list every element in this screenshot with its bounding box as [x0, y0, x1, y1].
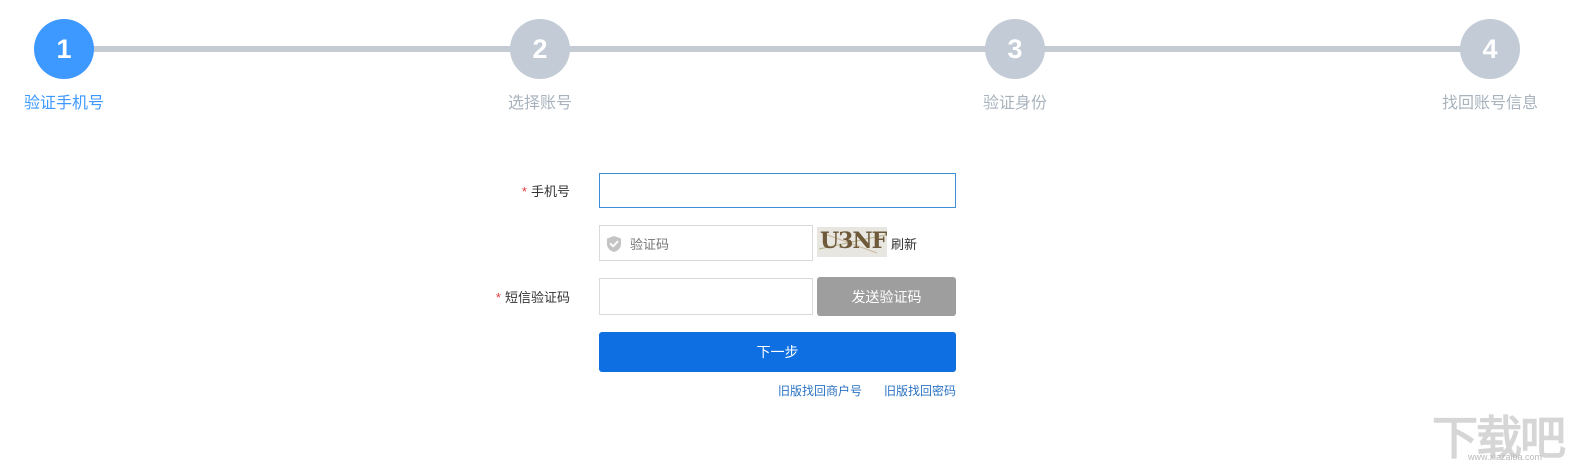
send-code-button[interactable]: 发送验证码 [817, 277, 956, 316]
sms-code-label-text: 短信验证码 [504, 290, 570, 305]
shield-icon [606, 235, 622, 258]
captcha-image[interactable]: U3NF [817, 227, 887, 257]
step-4-label: 找回账号信息 [1441, 95, 1539, 112]
required-mark: * [521, 184, 527, 199]
watermark-url: www.xiazaiba.com [1468, 452, 1543, 462]
progress-stepper: 1 2 3 4 验证手机号 选择账号 验证身份 找回账号信息 [0, 0, 1583, 120]
watermark-logo: 下载吧 www.xiazaiba.com [1432, 402, 1572, 465]
sms-code-label: * 短信验证码 [450, 287, 570, 306]
step-connector [540, 46, 1015, 52]
step-3-label: 验证身份 [982, 95, 1048, 112]
step-3-circle: 3 [985, 19, 1045, 79]
old-find-password-link[interactable]: 旧版找回密码 [884, 382, 956, 399]
step-4-circle: 4 [1460, 19, 1520, 79]
captcha-field[interactable] [599, 225, 813, 262]
step-1-label: 验证手机号 [23, 95, 105, 112]
captcha-image-text: U3NF [820, 228, 887, 254]
phone-label: * 手机号 [450, 181, 570, 200]
required-mark: * [495, 290, 501, 305]
captcha-input[interactable] [628, 226, 812, 262]
phone-label-text: 手机号 [530, 184, 570, 199]
captcha-refresh-link[interactable]: 刷新 [891, 234, 917, 253]
step-1-circle: 1 [34, 19, 94, 79]
phone-input[interactable] [599, 173, 956, 208]
step-connector [1015, 46, 1490, 52]
next-step-button[interactable]: 下一步 [599, 332, 956, 372]
step-2-label: 选择账号 [507, 95, 573, 112]
step-connector [64, 46, 540, 52]
sms-code-input[interactable] [599, 278, 813, 315]
step-2-circle: 2 [510, 19, 570, 79]
old-find-merchant-link[interactable]: 旧版找回商户号 [778, 382, 862, 399]
